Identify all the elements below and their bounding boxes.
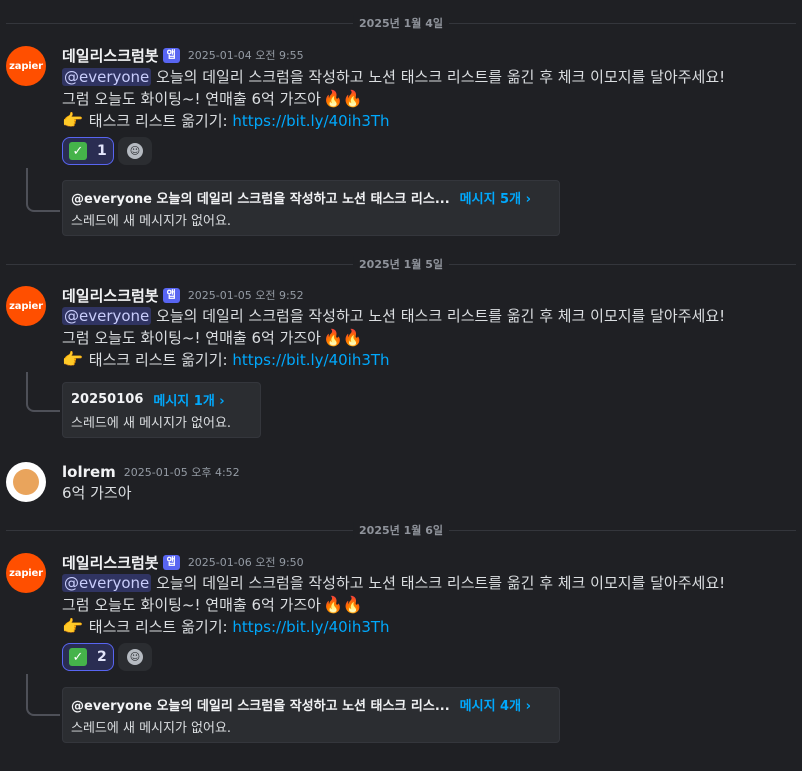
message-text: 6억 가즈아: [62, 484, 132, 502]
message-header: 데일리스크럼봇 앱 2025-01-06 오전 9:50: [62, 552, 304, 572]
message-text: 오늘의 데일리 스크럼을 작성하고 노션 태스크 리스트를 옮긴 후 체크 이모…: [156, 574, 726, 592]
add-reaction-button[interactable]: ☺: [118, 643, 152, 671]
message-line: @everyone 오늘의 데일리 스크럼을 작성하고 노션 태스크 리스트를 …: [62, 572, 725, 594]
thread-title: @everyone 오늘의 데일리 스크럼을 작성하고 노션 태스크 리스...: [71, 698, 450, 714]
fire-icon: 🔥🔥: [322, 595, 363, 614]
fire-icon: 🔥🔥: [322, 89, 363, 108]
message-text: 그럼 오늘도 화이팅~! 연매출 6억 가즈아: [62, 596, 321, 614]
thread-spine: [26, 372, 60, 412]
message-line: 그럼 오늘도 화이팅~! 연매출 6억 가즈아 🔥🔥: [62, 88, 363, 110]
task-list-link[interactable]: https://bit.ly/40ih3Th: [232, 112, 389, 130]
date-divider: 2025년 1월 6일: [0, 521, 802, 539]
reaction-count: 2: [97, 649, 107, 665]
everyone-mention[interactable]: @everyone: [62, 574, 152, 592]
thread-status: 스레드에 새 메시지가 없어요.: [71, 214, 232, 229]
everyone-mention[interactable]: @everyone: [62, 307, 152, 325]
message-text: 오늘의 데일리 스크럼을 작성하고 노션 태스크 리스트를 옮긴 후 체크 이모…: [156, 307, 726, 325]
thread-title: 20250106: [71, 391, 144, 407]
thread-status: 스레드에 새 메시지가 없어요.: [71, 416, 232, 431]
message-line: 👉 태스크 리스트 옮기기: https://bit.ly/40ih3Th: [62, 349, 390, 371]
thread-status: 스레드에 새 메시지가 없어요.: [71, 721, 232, 736]
message-line: 그럼 오늘도 화이팅~! 연매출 6억 가즈아 🔥🔥: [62, 327, 363, 349]
thread-preview[interactable]: @everyone 오늘의 데일리 스크럼을 작성하고 노션 태스크 리스...…: [62, 180, 560, 236]
message-header: lolrem 2025-01-05 오후 4:52: [62, 462, 240, 482]
pointing-right-icon: 👉: [62, 111, 84, 131]
timestamp[interactable]: 2025-01-06 오전 9:50: [188, 554, 304, 570]
thread-spine: [26, 168, 60, 212]
message-line: 그럼 오늘도 화이팅~! 연매출 6억 가즈아 🔥🔥: [62, 594, 363, 616]
thread-message-count[interactable]: 메시지 4개 ›: [460, 695, 531, 714]
date-divider: 2025년 1월 5일: [0, 255, 802, 273]
message-text: 오늘의 데일리 스크럼을 작성하고 노션 태스크 리스트를 옮긴 후 체크 이모…: [156, 68, 726, 86]
app-badge: 앱: [162, 287, 180, 303]
bot-avatar[interactable]: zapier: [6, 553, 46, 593]
username[interactable]: 데일리스크럼봇: [62, 552, 159, 573]
task-list-link[interactable]: https://bit.ly/40ih3Th: [232, 351, 389, 369]
task-list-link[interactable]: https://bit.ly/40ih3Th: [232, 618, 389, 636]
date-divider-label: 2025년 1월 4일: [353, 15, 449, 31]
app-badge: 앱: [162, 47, 180, 63]
username[interactable]: 데일리스크럼봇: [62, 285, 159, 306]
message-line: 6억 가즈아: [62, 482, 132, 504]
thread-title: @everyone 오늘의 데일리 스크럼을 작성하고 노션 태스크 리스...: [71, 191, 450, 207]
pointing-right-icon: 👉: [62, 350, 84, 370]
user-avatar[interactable]: [6, 462, 46, 502]
pointing-right-icon: 👉: [62, 617, 84, 637]
timestamp[interactable]: 2025-01-04 오전 9:55: [188, 47, 304, 63]
thread-message-count[interactable]: 메시지 5개 ›: [460, 188, 531, 207]
bot-avatar[interactable]: zapier: [6, 46, 46, 86]
everyone-mention[interactable]: @everyone: [62, 68, 152, 86]
date-divider-label: 2025년 1월 6일: [353, 522, 449, 538]
thread-preview[interactable]: 20250106 메시지 1개 › 스레드에 새 메시지가 없어요.: [62, 382, 261, 438]
message-text: 그럼 오늘도 화이팅~! 연매출 6억 가즈아: [62, 329, 321, 347]
check-reaction[interactable]: ✓ 2: [62, 643, 114, 671]
app-badge: 앱: [162, 554, 180, 570]
username[interactable]: 데일리스크럼봇: [62, 45, 159, 66]
dog-avatar-icon: [13, 469, 39, 495]
check-mark-icon: ✓: [69, 648, 87, 666]
date-divider-label: 2025년 1월 5일: [353, 256, 449, 272]
message-line: @everyone 오늘의 데일리 스크럼을 작성하고 노션 태스크 리스트를 …: [62, 66, 725, 88]
check-mark-icon: ✓: [69, 142, 87, 160]
message-line: @everyone 오늘의 데일리 스크럼을 작성하고 노션 태스크 리스트를 …: [62, 305, 725, 327]
check-reaction[interactable]: ✓ 1: [62, 137, 114, 165]
thread-preview[interactable]: @everyone 오늘의 데일리 스크럼을 작성하고 노션 태스크 리스...…: [62, 687, 560, 743]
message-line: 👉 태스크 리스트 옮기기: https://bit.ly/40ih3Th: [62, 616, 390, 638]
message-header: 데일리스크럼봇 앱 2025-01-05 오전 9:52: [62, 285, 304, 305]
bot-avatar[interactable]: zapier: [6, 286, 46, 326]
timestamp[interactable]: 2025-01-05 오전 9:52: [188, 287, 304, 303]
message-text: 태스크 리스트 옮기기:: [88, 112, 228, 130]
username[interactable]: lolrem: [62, 463, 116, 481]
message-header: 데일리스크럼봇 앱 2025-01-04 오전 9:55: [62, 45, 304, 65]
add-reaction-icon: ☺: [127, 649, 143, 665]
add-reaction-icon: ☺: [127, 143, 143, 159]
message-text: 그럼 오늘도 화이팅~! 연매출 6억 가즈아: [62, 90, 321, 108]
fire-icon: 🔥🔥: [322, 328, 363, 347]
thread-message-count[interactable]: 메시지 1개 ›: [153, 390, 224, 409]
timestamp[interactable]: 2025-01-05 오후 4:52: [124, 464, 240, 480]
message-text: 태스크 리스트 옮기기:: [88, 351, 228, 369]
reaction-count: 1: [97, 143, 107, 159]
message-line: 👉 태스크 리스트 옮기기: https://bit.ly/40ih3Th: [62, 110, 390, 132]
date-divider: 2025년 1월 4일: [0, 14, 802, 32]
message-text: 태스크 리스트 옮기기:: [88, 618, 228, 636]
thread-spine: [26, 674, 60, 716]
add-reaction-button[interactable]: ☺: [118, 137, 152, 165]
